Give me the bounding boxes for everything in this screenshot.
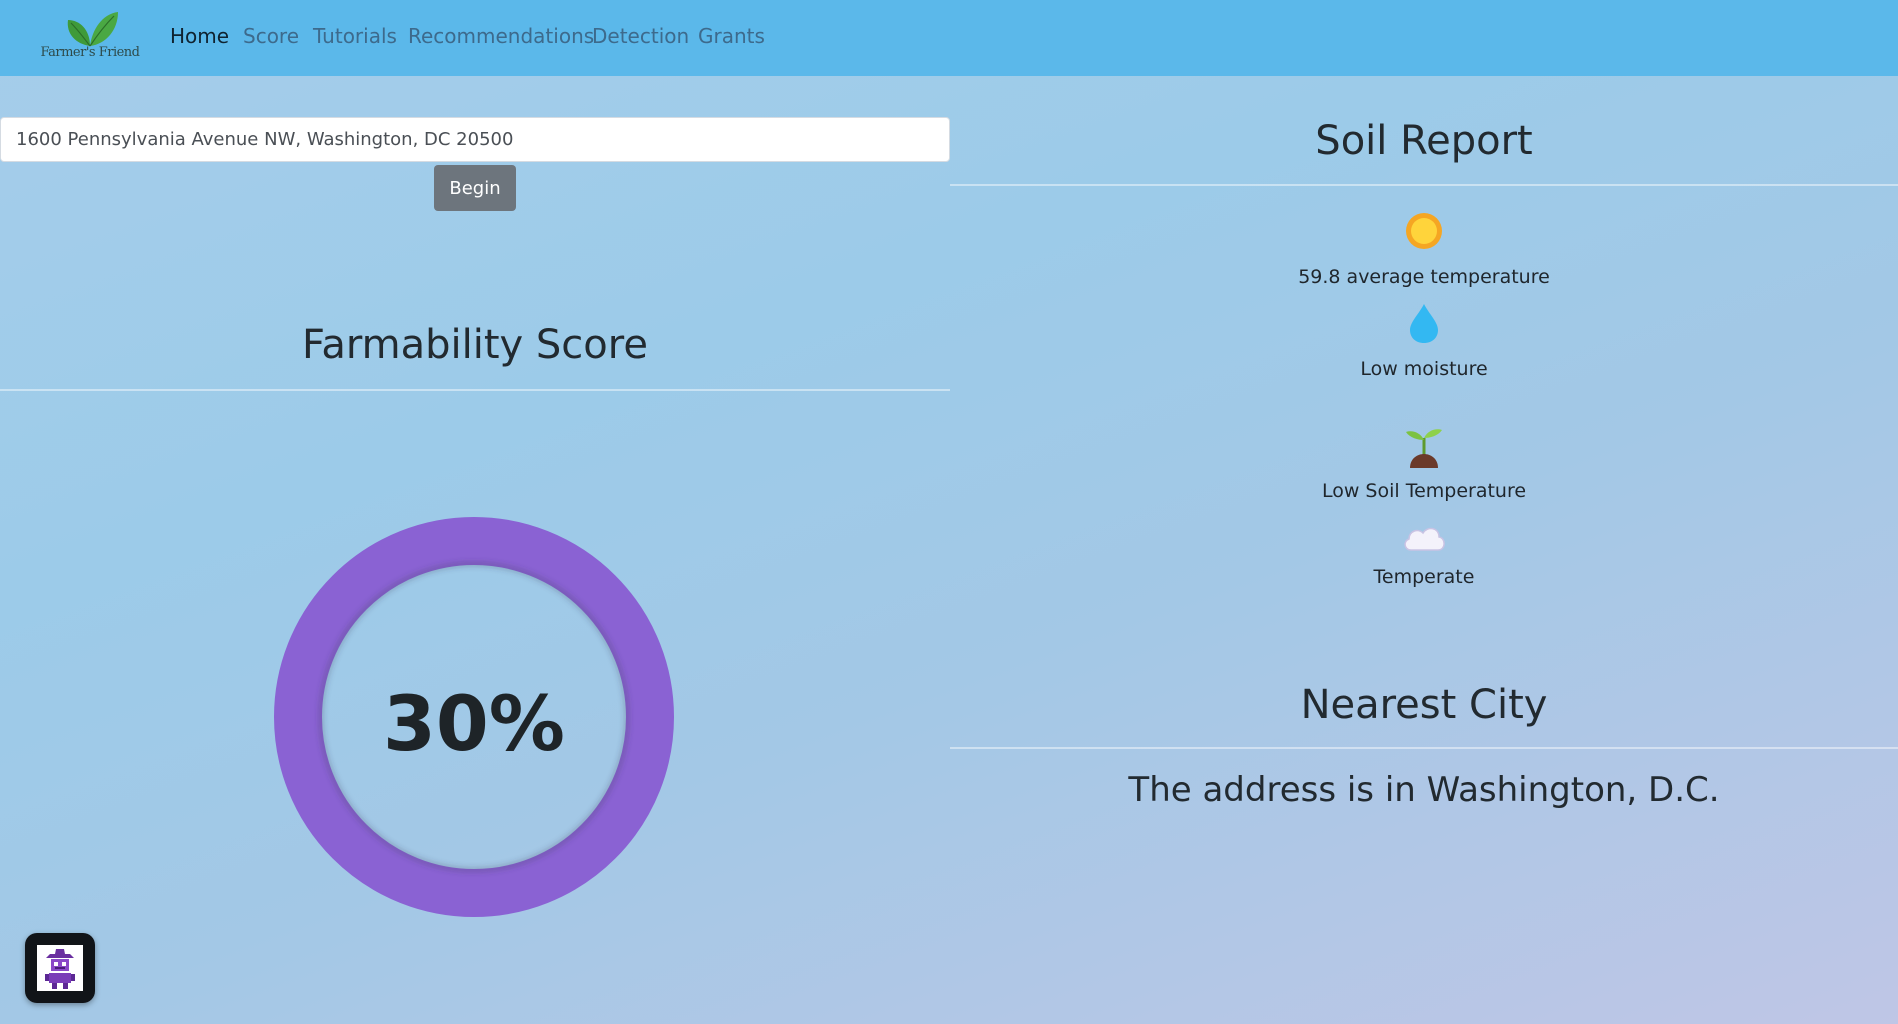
nav-home[interactable]: Home [170,24,229,48]
chatbot-launcher-button[interactable] [25,933,95,1003]
score-gauge: 30% [274,517,674,917]
nearest-city-title: Nearest City [1300,682,1548,728]
nav-grants[interactable]: Grants [698,24,765,48]
report-label-climate: Temperate [1373,566,1475,588]
cloud-icon [1404,527,1445,551]
address-input[interactable] [0,117,950,162]
report-label-moisture: Low moisture [1360,358,1488,380]
farmability-score-title: Farmability Score [302,322,648,368]
report-item-temperature: 59.8 average temperature [1190,210,1658,288]
report-item-climate: Temperate [1190,522,1658,588]
nav-detection[interactable]: Detection [592,24,689,48]
robot-cowboy-icon [37,945,83,991]
brand-logo[interactable]: Farmer's Friend [40,8,140,64]
nav-tutorials[interactable]: Tutorials [313,24,397,48]
top-navbar: Farmer's Friend Home Score Tutorials Rec… [0,0,1898,76]
soil-report-title: Soil Report [1315,118,1533,164]
nav-score[interactable]: Score [243,24,299,48]
nav-recommendations[interactable]: Recommendations [408,24,594,48]
water-drop-icon [1410,304,1438,343]
begin-button[interactable]: Begin [434,165,516,211]
sun-icon [1406,213,1442,249]
brand-name: Farmer's Friend [40,45,141,60]
nearest-city-text: The address is in Washington, D.C. [1128,770,1720,810]
score-value: 30% [383,679,565,768]
leaf-logo-icon [67,12,118,47]
report-label-soil-temperature: Low Soil Temperature [1321,480,1527,502]
score-divider [0,389,950,391]
report-label-temperature: 59.8 average temperature [1298,266,1550,288]
soil-report-divider [950,184,1898,186]
seedling-icon [1406,429,1442,468]
report-item-moisture: Low moisture [1190,302,1658,380]
report-item-soil-temperature: Low Soil Temperature [1190,424,1658,502]
nearest-city-divider [950,747,1898,749]
